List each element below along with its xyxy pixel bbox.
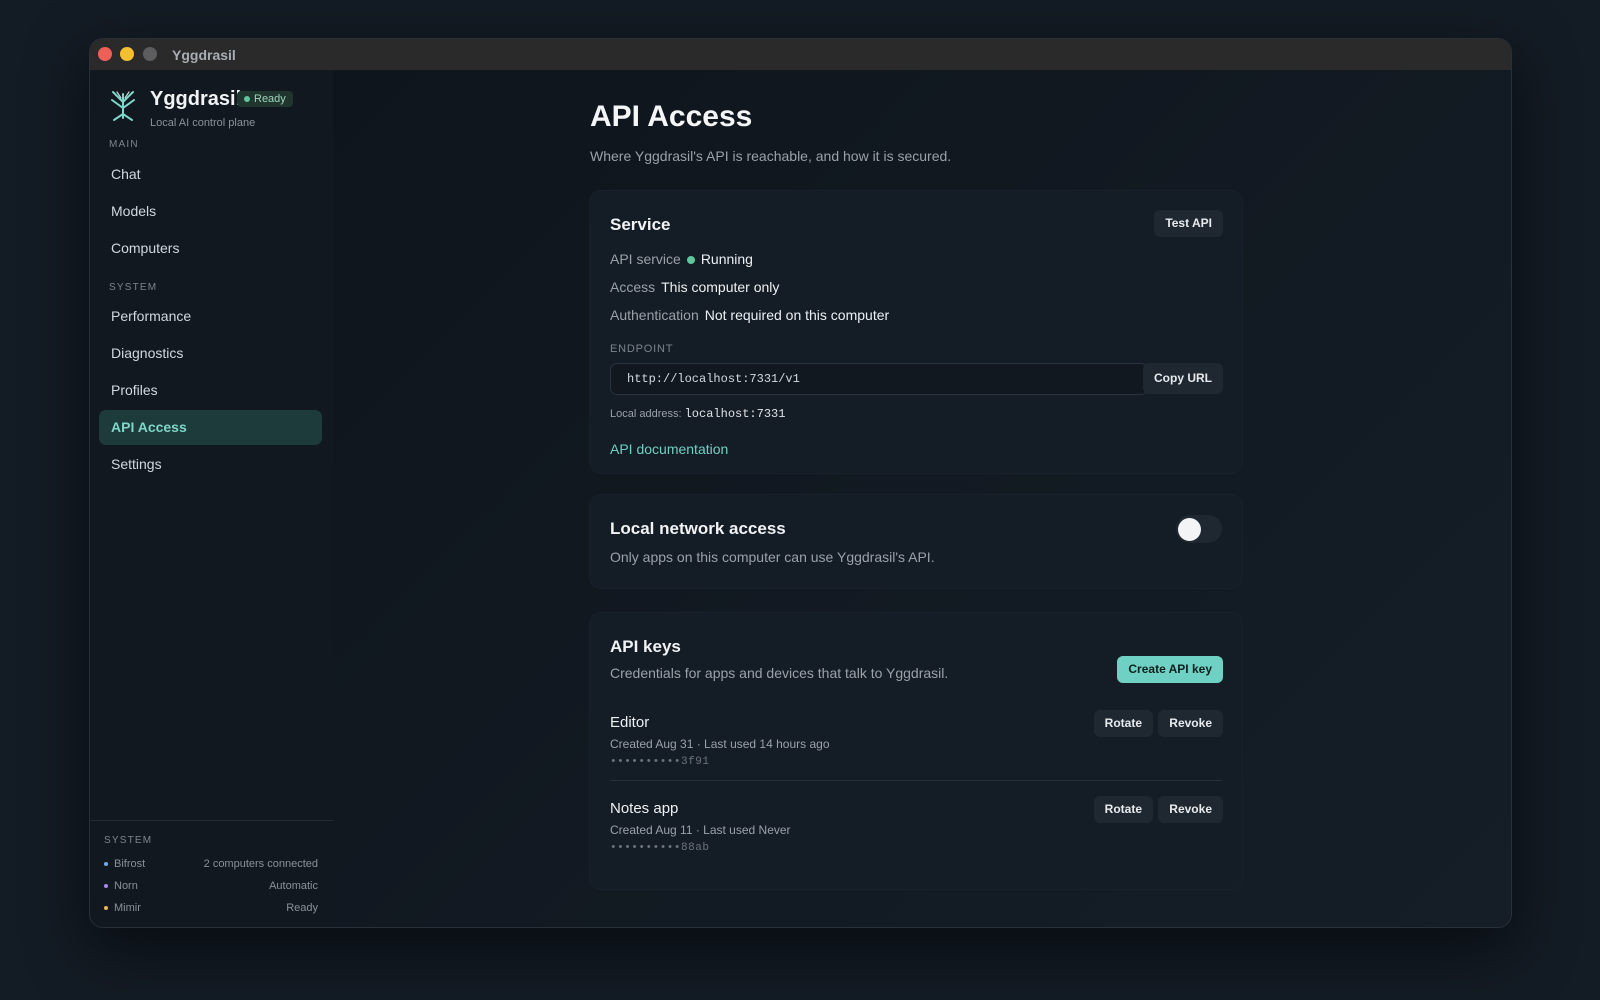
status-badge: Ready — [237, 91, 293, 107]
section-label-main: MAIN — [109, 139, 139, 150]
authentication-row: Authentication Not required on this compu… — [610, 307, 889, 323]
endpoint-url-field[interactable]: http://localhost:7331/v1 — [610, 363, 1148, 395]
system-row-name: Bifrost — [114, 858, 146, 870]
api-key-masked: ••••••••••3f91 — [610, 756, 710, 768]
sidebar-item-settings[interactable]: Settings — [99, 447, 322, 482]
footer-section-label: SYSTEM — [104, 835, 153, 846]
sidebar-item-computers[interactable]: Computers — [99, 231, 322, 266]
zoom-window-button[interactable] — [143, 47, 157, 61]
access-key: Access — [610, 279, 656, 295]
endpoint-label: ENDPOINT — [610, 343, 674, 355]
api-documentation-link[interactable]: API documentation — [610, 441, 728, 457]
authentication-value: Not required on this computer — [704, 307, 890, 323]
system-row-value: 2 computers connected — [203, 858, 318, 870]
api-key-meta: Created Aug 11 · Last used Never — [610, 823, 791, 837]
local-address-label: Local address: — [610, 408, 682, 420]
close-window-button[interactable] — [98, 47, 112, 61]
title-bar: Yggdrasil — [90, 39, 1511, 71]
main-content: API Access Where Yggdrasil's API is reac… — [333, 70, 1511, 927]
page-title: API Access — [590, 100, 753, 133]
app-window: Yggdrasil Yggdrasil Ready Local AI contr… — [89, 38, 1512, 928]
access-value: This computer only — [661, 279, 780, 295]
sidebar-item-performance[interactable]: Performance — [99, 299, 322, 334]
system-row-value: Ready — [286, 902, 318, 914]
api-keys-description: Credentials for apps and devices that ta… — [610, 665, 949, 681]
api-key-name: Notes app — [610, 800, 679, 817]
local-network-toggle[interactable] — [1176, 515, 1222, 543]
api-service-value: Running — [700, 251, 753, 267]
status-badge-label: Ready — [254, 93, 286, 105]
service-title: Service — [610, 215, 671, 234]
system-row-norn: Norn Automatic — [104, 880, 318, 894]
window-title: Yggdrasil — [172, 47, 236, 63]
sidebar-item-diagnostics[interactable]: Diagnostics — [99, 336, 322, 371]
api-service-key: API service — [610, 251, 681, 267]
mimir-status-dot-icon — [104, 906, 108, 910]
system-status-panel: SYSTEM Bifrost 2 computers connected Nor… — [90, 820, 333, 927]
sidebar-item-chat[interactable]: Chat — [99, 157, 322, 192]
api-keys-card: API keys Credentials for apps and device… — [589, 612, 1243, 890]
system-row-mimir: Mimir Ready — [104, 902, 318, 916]
local-network-card: Local network access Only apps on this c… — [589, 494, 1243, 589]
sidebar-item-models[interactable]: Models — [99, 194, 322, 229]
create-api-key-button[interactable]: Create API key — [1117, 656, 1223, 683]
system-row-name: Mimir — [114, 902, 141, 914]
revoke-key-button[interactable]: Revoke — [1158, 710, 1223, 737]
sidebar-item-profiles[interactable]: Profiles — [99, 373, 322, 408]
running-status-dot-icon — [686, 255, 695, 264]
toggle-knob — [1178, 518, 1201, 541]
sidebar-item-api-access[interactable]: API Access — [99, 410, 322, 445]
status-dot-icon — [244, 96, 250, 102]
sidebar: Yggdrasil Ready Local AI control plane M… — [90, 70, 334, 927]
app-subtitle: Local AI control plane — [150, 117, 256, 129]
authentication-key: Authentication — [610, 307, 699, 323]
rotate-key-button[interactable]: Rotate — [1093, 710, 1153, 737]
minimize-window-button[interactable] — [120, 47, 134, 61]
rotate-key-button[interactable]: Rotate — [1093, 796, 1153, 823]
access-row: Access This computer only — [610, 279, 779, 295]
api-keys-title: API keys — [610, 637, 681, 656]
section-label-system: SYSTEM — [109, 282, 158, 293]
api-key-masked: ••••••••••88ab — [610, 842, 710, 854]
api-key-meta: Created Aug 31 · Last used 14 hours ago — [610, 737, 830, 751]
app-name: Yggdrasil — [150, 88, 242, 110]
local-address-value: localhost:7331 — [684, 407, 786, 421]
service-card: Service Test API API service Running Acce… — [589, 190, 1243, 474]
local-address: Local address: localhost:7331 — [610, 407, 785, 421]
bifrost-status-dot-icon — [104, 862, 108, 866]
key-divider — [610, 780, 1222, 781]
system-row-name: Norn — [114, 880, 138, 892]
page-subtitle: Where Yggdrasil's API is reachable, and … — [590, 148, 952, 164]
revoke-key-button[interactable]: Revoke — [1158, 796, 1223, 823]
test-api-button[interactable]: Test API — [1154, 210, 1223, 237]
copy-url-button[interactable]: Copy URL — [1143, 363, 1223, 394]
local-network-description: Only apps on this computer can use Yggdr… — [610, 549, 935, 565]
system-row-bifrost: Bifrost 2 computers connected — [104, 858, 318, 872]
local-network-title: Local network access — [610, 519, 786, 538]
yggdrasil-logo-icon — [111, 91, 135, 121]
norn-status-dot-icon — [104, 884, 108, 888]
api-key-name: Editor — [610, 714, 650, 731]
api-service-row: API service Running — [610, 251, 753, 267]
system-row-value: Automatic — [269, 880, 318, 892]
